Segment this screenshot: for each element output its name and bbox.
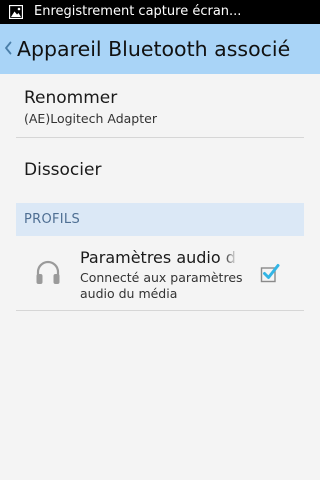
notification-text: Enregistrement capture écran... — [34, 4, 242, 19]
action-bar: Appareil Bluetooth associé — [0, 24, 320, 74]
rename-title: Renommer — [24, 88, 118, 108]
device-name: (AE)Logitech Adapter — [24, 111, 157, 126]
profile-title: Paramètres audio du média — [80, 247, 237, 268]
status-bar: Enregistrement capture écran... — [0, 0, 320, 24]
headset-icon — [36, 260, 60, 284]
unpair-title: Dissocier — [24, 160, 102, 180]
profile-summary: Connecté aux paramètres audio du média — [80, 270, 243, 301]
page-title[interactable]: Appareil Bluetooth associé — [17, 36, 290, 62]
profile-checkbox[interactable] — [260, 263, 280, 283]
image-icon — [9, 5, 23, 19]
unpair-preference[interactable]: Dissocier — [16, 138, 304, 202]
rename-preference[interactable]: Renommer (AE)Logitech Adapter — [16, 74, 304, 138]
media-audio-profile[interactable]: Paramètres audio du média Connecté aux p… — [16, 236, 304, 311]
profiles-category-header: PROFILS — [16, 203, 304, 236]
chevron-left-icon[interactable] — [4, 41, 12, 55]
profiles-header-label: PROFILS — [24, 212, 81, 227]
